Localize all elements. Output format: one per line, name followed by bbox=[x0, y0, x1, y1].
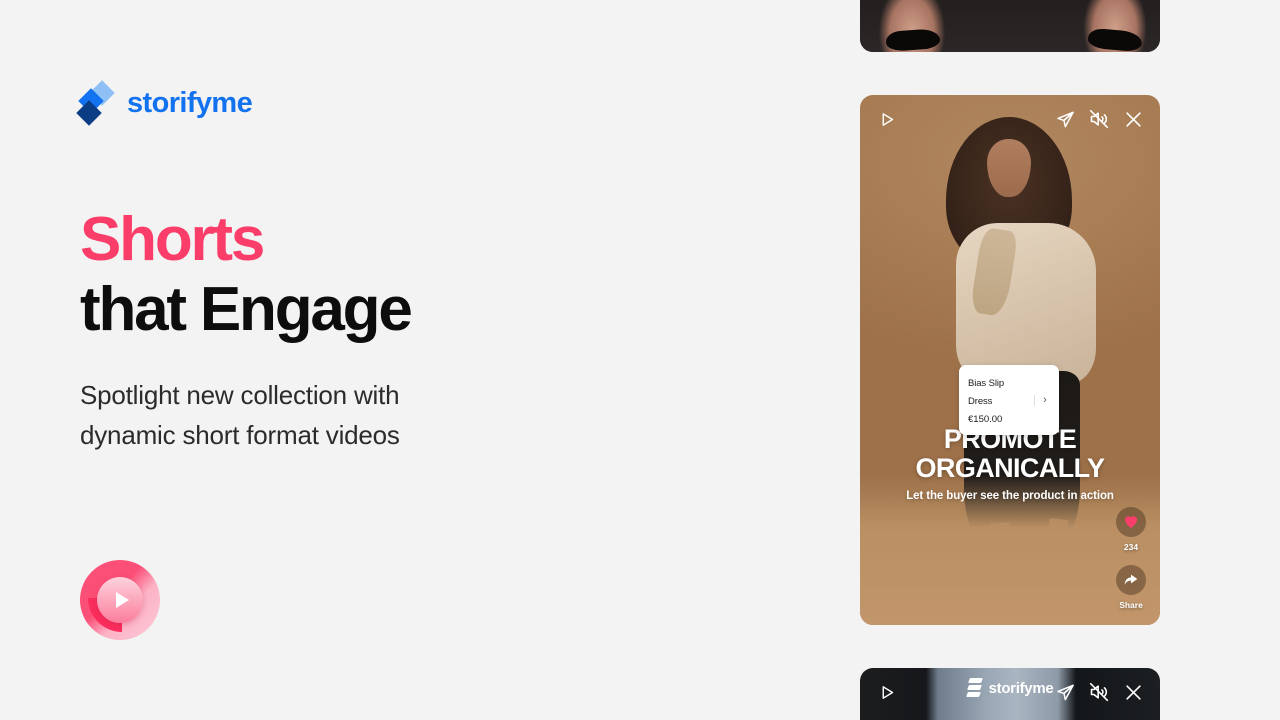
like-action[interactable]: 234 bbox=[1116, 507, 1146, 555]
shoe-right-shape bbox=[1087, 27, 1143, 52]
overlay-caption: Let the buyer see the product in action bbox=[906, 489, 1114, 502]
share-label: Share bbox=[1119, 600, 1143, 610]
overlay-title-line-2: ORGANICALLY bbox=[915, 452, 1106, 483]
close-icon[interactable] bbox=[1120, 106, 1146, 132]
mute-icon[interactable] bbox=[1086, 106, 1112, 132]
share-action[interactable]: Share bbox=[1116, 565, 1146, 613]
story-card-main[interactable]: Bias Slip Dress €150.00 › PROMOTE ORGANI… bbox=[860, 95, 1160, 625]
shoe-left-shape bbox=[885, 28, 941, 52]
headline-line-2: that Engage bbox=[80, 275, 413, 345]
storifyme-watermark: storifyme bbox=[860, 678, 1160, 698]
chevron-right-icon[interactable]: › bbox=[1034, 394, 1050, 406]
story-action-rail: 234 Share bbox=[1111, 507, 1151, 613]
watermark-name: storifyme bbox=[988, 679, 1054, 697]
hero-left-panel: storifyme Shorts that Engage Spotlight n… bbox=[0, 0, 840, 720]
product-text: Bias Slip Dress €150.00 bbox=[968, 373, 1030, 427]
headline-line-1: Shorts bbox=[80, 205, 265, 274]
play-icon bbox=[115, 592, 129, 608]
storifyme-logo-icon bbox=[76, 80, 115, 126]
subtitle-line-2: dynamic short format videos bbox=[80, 419, 400, 450]
brand-name: storifyme bbox=[127, 86, 253, 119]
storifyme-logo-icon bbox=[965, 678, 983, 698]
page-subtitle: Spotlight new collection with dynamic sh… bbox=[80, 376, 510, 455]
product-name-line-2: Dress bbox=[968, 396, 993, 407]
share-icon bbox=[1116, 565, 1146, 595]
product-card[interactable]: Bias Slip Dress €150.00 › bbox=[959, 365, 1059, 435]
story-card-top[interactable]: Check it out Share bbox=[860, 0, 1160, 52]
story-overlay-text: PROMOTE ORGANICALLY Let the buyer see th… bbox=[860, 425, 1160, 502]
product-name-line-1: Bias Slip bbox=[968, 378, 1005, 389]
story-toolbar-main bbox=[860, 95, 1160, 143]
subtitle-line-1: Spotlight new collection with bbox=[80, 380, 400, 410]
heart-icon bbox=[1116, 507, 1146, 537]
brand-logo[interactable]: storifyme bbox=[76, 80, 253, 126]
play-icon[interactable] bbox=[874, 106, 900, 132]
play-badge-inner bbox=[97, 577, 143, 623]
play-video-button[interactable] bbox=[80, 560, 160, 640]
story-card-bottom[interactable]: storifyme bbox=[860, 668, 1160, 720]
story-cards-rail[interactable]: Check it out Share bbox=[860, 0, 1160, 720]
story-top-video-frame bbox=[860, 0, 1160, 52]
like-count: 234 bbox=[1123, 542, 1139, 552]
send-icon[interactable] bbox=[1052, 106, 1078, 132]
page-title: Shorts that Engage bbox=[80, 205, 413, 345]
product-price: €150.00 bbox=[968, 414, 1003, 425]
